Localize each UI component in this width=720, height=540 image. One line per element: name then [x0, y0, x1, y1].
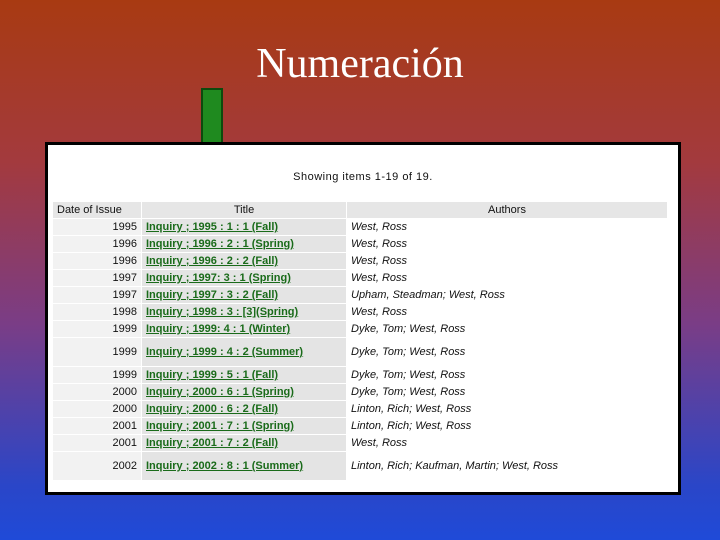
row-authors: Dyke, Tom; West, Ross — [347, 384, 667, 400]
row-title-link[interactable]: Inquiry ; 1998 : 3 : [3](Spring) — [146, 306, 298, 318]
row-authors: Dyke, Tom; West, Ross — [347, 338, 667, 366]
row-date: 2002 — [53, 452, 141, 480]
table-row: 1995 Inquiry ; 1995 : 1 : 1 (Fall) West, R… — [53, 219, 667, 235]
row-title-link[interactable]: Inquiry ; 1996 : 2 : 1 (Spring) — [146, 238, 294, 250]
row-title-cell: Inquiry ; 1997: 3 : 1 (Spring) — [142, 270, 346, 286]
row-authors: Dyke, Tom; West, Ross — [347, 321, 667, 337]
results-summary: Showing items 1-19 of 19. — [293, 171, 433, 183]
table-row: 2001 Inquiry ; 2001 : 7 : 1 (Spring) Linto… — [53, 418, 667, 434]
row-authors: Dyke, Tom; West, Ross — [347, 367, 667, 383]
row-date: 1997 — [53, 287, 141, 303]
row-title-link[interactable]: Inquiry ; 1999 : 4 : 2 (Summer) — [146, 346, 303, 358]
row-date: 1996 — [53, 236, 141, 252]
table-row: 2002 Inquiry ; 2002 : 8 : 1 (Summer) Linto… — [53, 452, 667, 480]
row-title-cell: Inquiry ; 2002 : 8 : 1 (Summer) — [142, 452, 346, 480]
row-title-link[interactable]: Inquiry ; 1997: 3 : 1 (Spring) — [146, 272, 291, 284]
table-row: 1997 Inquiry ; 1997 : 3 : 2 (Fall) Upham, … — [53, 287, 667, 303]
row-title-cell: Inquiry ; 2000 : 6 : 1 (Spring) — [142, 384, 346, 400]
row-title-cell: Inquiry ; 1999 : 5 : 1 (Fall) — [142, 367, 346, 383]
row-date: 1999 — [53, 338, 141, 366]
header-date-of-issue[interactable]: Date of Issue — [53, 202, 141, 218]
row-title-cell: Inquiry ; 1995 : 1 : 1 (Fall) — [142, 219, 346, 235]
table-row: 1997 Inquiry ; 1997: 3 : 1 (Spring) West, … — [53, 270, 667, 286]
table-row: 1999 Inquiry ; 1999: 4 : 1 (Winter) Dyke, … — [53, 321, 667, 337]
row-title-link[interactable]: Inquiry ; 2001 : 7 : 2 (Fall) — [146, 437, 278, 449]
row-title-cell: Inquiry ; 1996 : 2 : 2 (Fall) — [142, 253, 346, 269]
row-authors: Linton, Rich; Kaufman, Martin; West, Ros… — [347, 452, 667, 480]
table-row: 1999 Inquiry ; 1999 : 5 : 1 (Fall) Dyke, T… — [53, 367, 667, 383]
row-date: 1999 — [53, 321, 141, 337]
row-date: 1998 — [53, 304, 141, 320]
row-date: 2001 — [53, 435, 141, 451]
row-date: 1995 — [53, 219, 141, 235]
table-row: 2000 Inquiry ; 2000 : 6 : 2 (Fall) Linton,… — [53, 401, 667, 417]
table-row: 2001 Inquiry ; 2001 : 7 : 2 (Fall) West, R… — [53, 435, 667, 451]
table-row: 1996 Inquiry ; 1996 : 2 : 1 (Spring) West,… — [53, 236, 667, 252]
row-authors: West, Ross — [347, 435, 667, 451]
row-authors: West, Ross — [347, 270, 667, 286]
row-title-cell: Inquiry ; 1997 : 3 : 2 (Fall) — [142, 287, 346, 303]
row-title-cell: Inquiry ; 2001 : 7 : 1 (Spring) — [142, 418, 346, 434]
row-title-link[interactable]: Inquiry ; 1995 : 1 : 1 (Fall) — [146, 221, 278, 233]
table-row: 1998 Inquiry ; 1998 : 3 : [3](Spring) West… — [53, 304, 667, 320]
row-title-cell: Inquiry ; 1998 : 3 : [3](Spring) — [142, 304, 346, 320]
table-row: 2000 Inquiry ; 2000 : 6 : 1 (Spring) Dyke,… — [53, 384, 667, 400]
header-title[interactable]: Title — [142, 202, 346, 218]
row-authors: West, Ross — [347, 236, 667, 252]
table-row: 1996 Inquiry ; 1996 : 2 : 2 (Fall) West, R… — [53, 253, 667, 269]
row-authors: Linton, Rich; West, Ross — [347, 418, 667, 434]
row-title-cell: Inquiry ; 2001 : 7 : 2 (Fall) — [142, 435, 346, 451]
row-authors: West, Ross — [347, 304, 667, 320]
row-title-cell: Inquiry ; 1996 : 2 : 1 (Spring) — [142, 236, 346, 252]
row-date: 2001 — [53, 418, 141, 434]
row-title-link[interactable]: Inquiry ; 1997 : 3 : 2 (Fall) — [146, 289, 278, 301]
row-title-link[interactable]: Inquiry ; 2001 : 7 : 1 (Spring) — [146, 420, 294, 432]
row-date: 1996 — [53, 253, 141, 269]
row-title-link[interactable]: Inquiry ; 2000 : 6 : 1 (Spring) — [146, 386, 294, 398]
row-date: 1999 — [53, 367, 141, 383]
row-authors: Linton, Rich; West, Ross — [347, 401, 667, 417]
row-date: 2000 — [53, 384, 141, 400]
results-table: Date of Issue Title Authors 1995 Inquiry … — [52, 201, 668, 481]
row-title-link[interactable]: Inquiry ; 2002 : 8 : 1 (Summer) — [146, 460, 303, 472]
slide-title: Numeración — [256, 41, 464, 87]
screenshot-frame: Showing items 1-19 of 19. Date of Issue … — [45, 142, 681, 495]
row-title-link[interactable]: Inquiry ; 1999: 4 : 1 (Winter) — [146, 323, 290, 335]
row-authors: West, Ross — [347, 253, 667, 269]
row-title-cell: Inquiry ; 1999 : 4 : 2 (Summer) — [142, 338, 346, 366]
row-title-cell: Inquiry ; 1999: 4 : 1 (Winter) — [142, 321, 346, 337]
row-date: 1997 — [53, 270, 141, 286]
embedded-screenshot: Showing items 1-19 of 19. Date of Issue … — [48, 145, 678, 492]
table-row: 1999 Inquiry ; 1999 : 4 : 2 (Summer) Dyke,… — [53, 338, 667, 366]
row-title-link[interactable]: Inquiry ; 1996 : 2 : 2 (Fall) — [146, 255, 278, 267]
row-authors: West, Ross — [347, 219, 667, 235]
table-header-row: Date of Issue Title Authors — [53, 202, 667, 218]
row-title-link[interactable]: Inquiry ; 1999 : 5 : 1 (Fall) — [146, 369, 278, 381]
row-date: 2000 — [53, 401, 141, 417]
row-title-cell: Inquiry ; 2000 : 6 : 2 (Fall) — [142, 401, 346, 417]
header-authors[interactable]: Authors — [347, 202, 667, 218]
row-authors: Upham, Steadman; West, Ross — [347, 287, 667, 303]
row-title-link[interactable]: Inquiry ; 2000 : 6 : 2 (Fall) — [146, 403, 278, 415]
